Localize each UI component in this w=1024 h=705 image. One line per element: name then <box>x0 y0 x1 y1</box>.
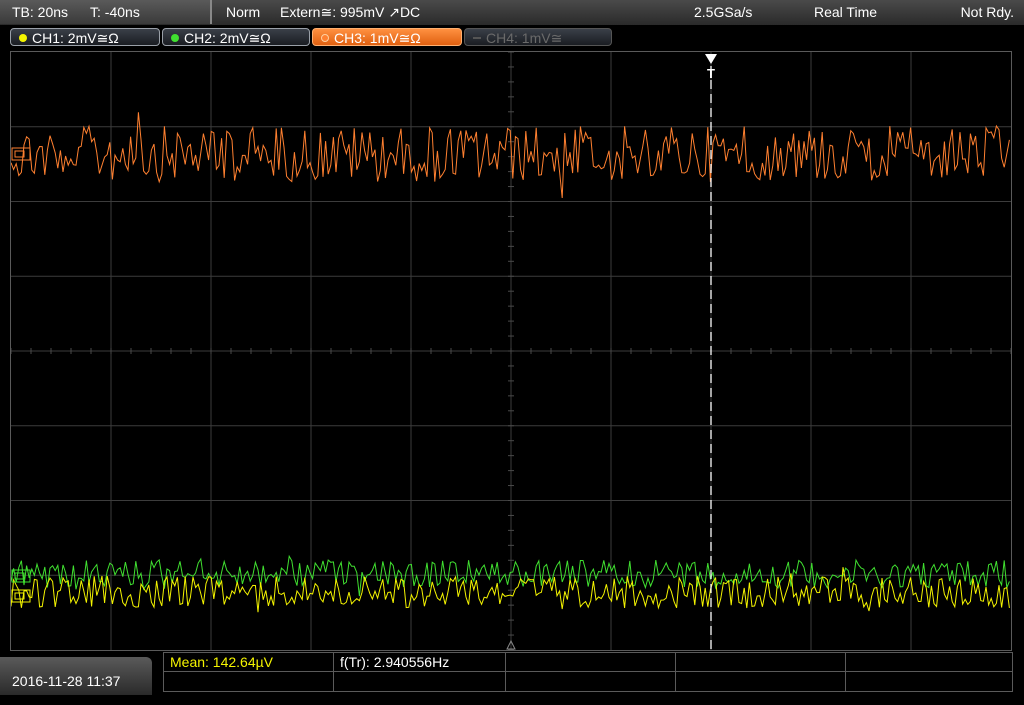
channel-bar: CH1: 2mV≅Ω CH2: 2mV≅Ω CH3: 1mV≅Ω CH4: 1m… <box>0 26 1024 48</box>
measurement-slot-empty[interactable] <box>676 672 846 691</box>
measurement-slot-empty[interactable] <box>506 653 676 672</box>
ch3-indicator-icon <box>321 34 329 42</box>
measurement-frequency[interactable]: f(Tr): 2.940556Hz <box>334 653 506 672</box>
channel-label: CH4: 1mV≅ <box>486 30 563 46</box>
timebase-panel[interactable]: TB: 20ns T: -40ns <box>0 0 212 24</box>
channel-tab-ch3[interactable]: CH3: 1mV≅Ω <box>312 28 462 46</box>
channel-label: CH3: 1mV≅Ω <box>334 30 421 46</box>
trigger-mode[interactable]: Norm <box>226 0 260 24</box>
sample-rate[interactable]: 2.5GSa/s <box>694 0 752 24</box>
waveform-display[interactable]: T <box>10 51 1012 651</box>
channel-label: CH2: 2mV≅Ω <box>184 30 271 46</box>
ch1-indicator-icon <box>19 34 27 42</box>
measurement-slot-empty[interactable] <box>334 672 506 691</box>
ch2-indicator-icon <box>171 34 179 42</box>
channel-tab-ch4[interactable]: CH4: 1mV≅ <box>464 28 612 46</box>
measurement-slot-empty[interactable] <box>846 672 1012 691</box>
ch3-offset-marker-icon[interactable] <box>11 147 31 161</box>
waveform-canvas: T <box>11 52 1011 650</box>
date-time: 2016-11-28 11:37 <box>0 657 152 695</box>
measurement-slot-empty[interactable] <box>506 672 676 691</box>
channel-tab-ch1[interactable]: CH1: 2mV≅Ω <box>10 28 160 46</box>
status-bar: TB: 20ns T: -40ns Norm Extern≅: 995mV ↗DC… <box>0 0 1024 25</box>
measurement-table: Mean: 142.64µV f(Tr): 2.940556Hz <box>163 652 1013 692</box>
ch3-waveform <box>11 112 1010 199</box>
channel-label: CH1: 2mV≅Ω <box>32 30 119 46</box>
trigger-marker-label: T <box>707 66 715 81</box>
measurement-slot-empty[interactable] <box>846 653 1012 672</box>
trigger-position-arrow-icon[interactable] <box>705 54 717 64</box>
ch4-indicator-icon <box>473 37 481 39</box>
trigger-time-value: T: -40ns <box>90 4 140 20</box>
measurement-slot-empty[interactable] <box>164 672 334 691</box>
ready-state: Not Rdy. <box>960 4 1014 20</box>
timebase-value: TB: 20ns <box>12 4 69 20</box>
measurement-slot-empty[interactable] <box>676 653 846 672</box>
trigger-source[interactable]: Extern≅: 995mV ↗DC <box>280 0 420 24</box>
channel-tab-ch2[interactable]: CH2: 2mV≅Ω <box>162 28 310 46</box>
acquisition-mode[interactable]: Real Time <box>814 0 877 24</box>
measurement-mean[interactable]: Mean: 142.64µV <box>164 653 334 672</box>
